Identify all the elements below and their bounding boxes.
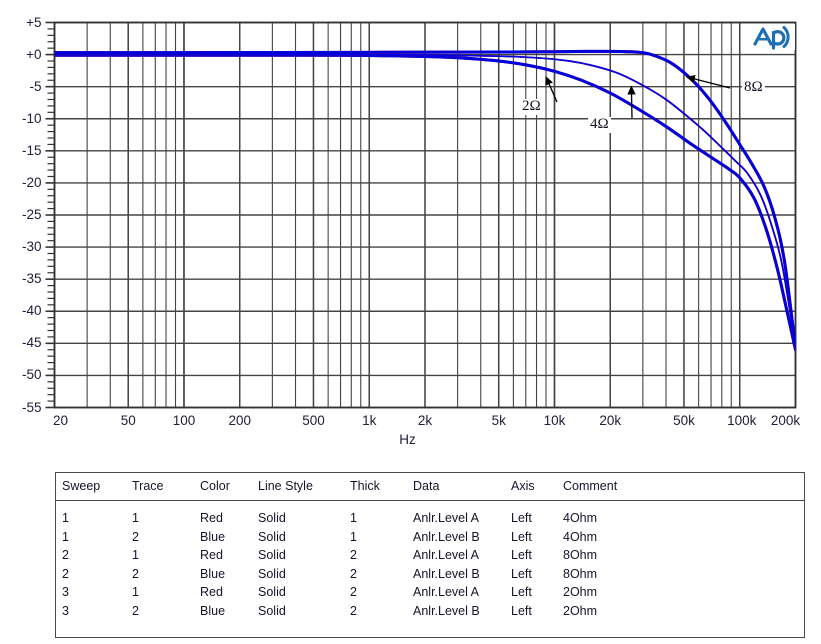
x-tick-label: 200 <box>228 412 252 428</box>
legend-cell: Blue <box>200 529 226 544</box>
legend-cell: Red <box>200 585 223 599</box>
frequency-response-chart: +5 +0 -5 -10 -15 -20 -25 -30 -35 -40 -45 -50 -55 20 5… <box>0 0 821 465</box>
annotation-2ohm: 2Ω <box>520 98 543 115</box>
legend-cell: 2 <box>350 585 357 599</box>
legend-cell: 3 <box>62 585 69 599</box>
legend-cell: 2 <box>350 548 357 562</box>
y-tick-label: -15 <box>21 142 42 158</box>
x-tick-label: 50k <box>673 412 695 428</box>
legend-cell: 1 <box>62 511 69 525</box>
legend-cell: 1 <box>350 529 357 544</box>
y-tick-label: -50 <box>21 367 42 383</box>
x-tick-label: 20k <box>599 412 622 428</box>
chart-plot-svg <box>45 21 797 409</box>
legend-cell: Left <box>511 548 532 562</box>
legend-cell: 2 <box>132 529 139 544</box>
x-tick-label: 1k <box>362 412 377 428</box>
y-tick-label: -10 <box>21 110 42 126</box>
legend-table-row: 3 2 Blue Solid 2 Anlr.Level B Left 2Ohm <box>56 602 804 621</box>
legend-cell: 2 <box>62 566 69 581</box>
legend-cell: 2 <box>350 566 357 581</box>
legend-column-header: Sweep <box>56 473 132 501</box>
y-tick-label: -55 <box>21 399 42 415</box>
legend-cell: Anlr.Level B <box>413 566 480 581</box>
legend-cell: Blue <box>200 566 226 581</box>
legend-cell: Red <box>200 548 223 562</box>
x-axis-title-text: Hz <box>399 432 416 447</box>
legend-column-header: Trace <box>132 473 200 501</box>
legend-cell: Anlr.Level A <box>413 548 480 562</box>
y-tick-label: -5 <box>29 78 42 94</box>
legend-cell: Solid <box>258 566 286 581</box>
legend-header-row: Sweep Trace Color Line Style Thick Data Axis Co… <box>56 473 804 501</box>
legend-cell: 4Ohm <box>563 529 598 544</box>
legend-cell: 8Ohm <box>563 566 598 581</box>
legend-cell: 3 <box>62 603 69 618</box>
legend-cell: 2 <box>132 566 139 581</box>
x-tick-label: 100 <box>172 412 196 428</box>
x-tick-label: 10k <box>543 412 566 428</box>
legend-cell: Solid <box>258 603 286 618</box>
x-tick-label: 5k <box>491 412 506 428</box>
legend-column-header: Thick <box>350 473 413 501</box>
trace-legend-table: Sweep Trace Color Line Style Thick Data Axis Co… <box>55 472 805 638</box>
x-tick-label: 50 <box>120 412 136 428</box>
legend-cell: 2 <box>62 548 69 562</box>
legend-table-row: 2 2 Blue Solid 2 Anlr.Level B Left 8Ohm <box>56 565 804 584</box>
legend-table-row: 1 1 Red Solid 1 Anlr.Level A Left 4Ohm <box>56 501 804 528</box>
legend-table-row: 1 2 Blue Solid 1 Anlr.Level B Left 4Ohm <box>56 528 804 547</box>
legend-body: 1 1 Red Solid 1 Anlr.Level A Left 4Ohm 1 2 Blue Sol… <box>56 501 804 621</box>
x-tick-label: 2k <box>417 412 433 428</box>
legend-cell: 1 <box>132 585 139 599</box>
x-tick-label: 20 <box>52 412 69 428</box>
legend-cell: Anlr.Level B <box>413 529 480 544</box>
legend-table-row: 3 1 Red Solid 2 Anlr.Level A Left 2Ohm <box>56 583 804 602</box>
legend-cell: 2 <box>350 603 357 618</box>
y-tick-label: -35 <box>21 271 42 287</box>
y-tick-label: -45 <box>21 335 42 351</box>
x-tick-label: 500 <box>302 412 325 428</box>
legend-cell: 2 <box>132 603 139 618</box>
legend-cell: Solid <box>258 548 286 562</box>
x-axis-title: Hz <box>0 432 821 447</box>
legend-cell: Anlr.Level B <box>413 603 480 618</box>
y-tick-label: -25 <box>21 207 42 222</box>
legend-cell: Left <box>511 511 532 525</box>
legend-cell: Anlr.Level A <box>413 511 480 525</box>
y-tick-label: +5 <box>26 14 42 30</box>
legend-column-header: Color <box>200 473 258 501</box>
legend-cell: Left <box>511 566 532 581</box>
legend-table-row: 2 1 Red Solid 2 Anlr.Level A Left 8Ohm <box>56 546 804 565</box>
legend-cell: Red <box>200 511 223 525</box>
y-tick-label: -30 <box>21 239 42 255</box>
legend-cell: 2Ohm <box>563 603 598 618</box>
legend-cell: Blue <box>200 603 226 618</box>
y-tick-label: -20 <box>21 174 42 190</box>
legend-cell: 8Ohm <box>563 548 598 562</box>
legend-cell: 1 <box>132 548 139 562</box>
legend-column-header: Comment <box>563 473 804 501</box>
legend-cell: Anlr.Level A <box>413 585 480 599</box>
legend-column-header: Data <box>413 473 511 501</box>
y-tick-label: +0 <box>26 46 42 62</box>
x-tick-label: 200k <box>770 412 801 428</box>
legend-column-header: Line Style <box>258 473 350 501</box>
annotation-4ohm: 4Ω <box>588 116 611 133</box>
legend-cell: Left <box>511 585 532 599</box>
y-tick-label: -40 <box>21 303 42 319</box>
legend-cell: 4Ohm <box>563 511 598 525</box>
legend-cell: 1 <box>350 511 357 525</box>
legend-column-header: Axis <box>511 473 563 501</box>
annotation-8ohm: 8Ω <box>742 79 765 96</box>
legend-cell: 1 <box>62 529 69 544</box>
legend-cell: Solid <box>258 585 286 599</box>
legend-cell: 2Ohm <box>563 585 598 599</box>
audio-precision-logo-icon <box>751 24 795 50</box>
legend-cell: Left <box>511 529 532 544</box>
legend-cell: 1 <box>132 511 139 525</box>
legend-cell: Solid <box>258 511 286 525</box>
minor-ticks-y <box>45 21 55 409</box>
legend-cell: Solid <box>258 529 286 544</box>
legend-cell: Left <box>511 603 532 618</box>
